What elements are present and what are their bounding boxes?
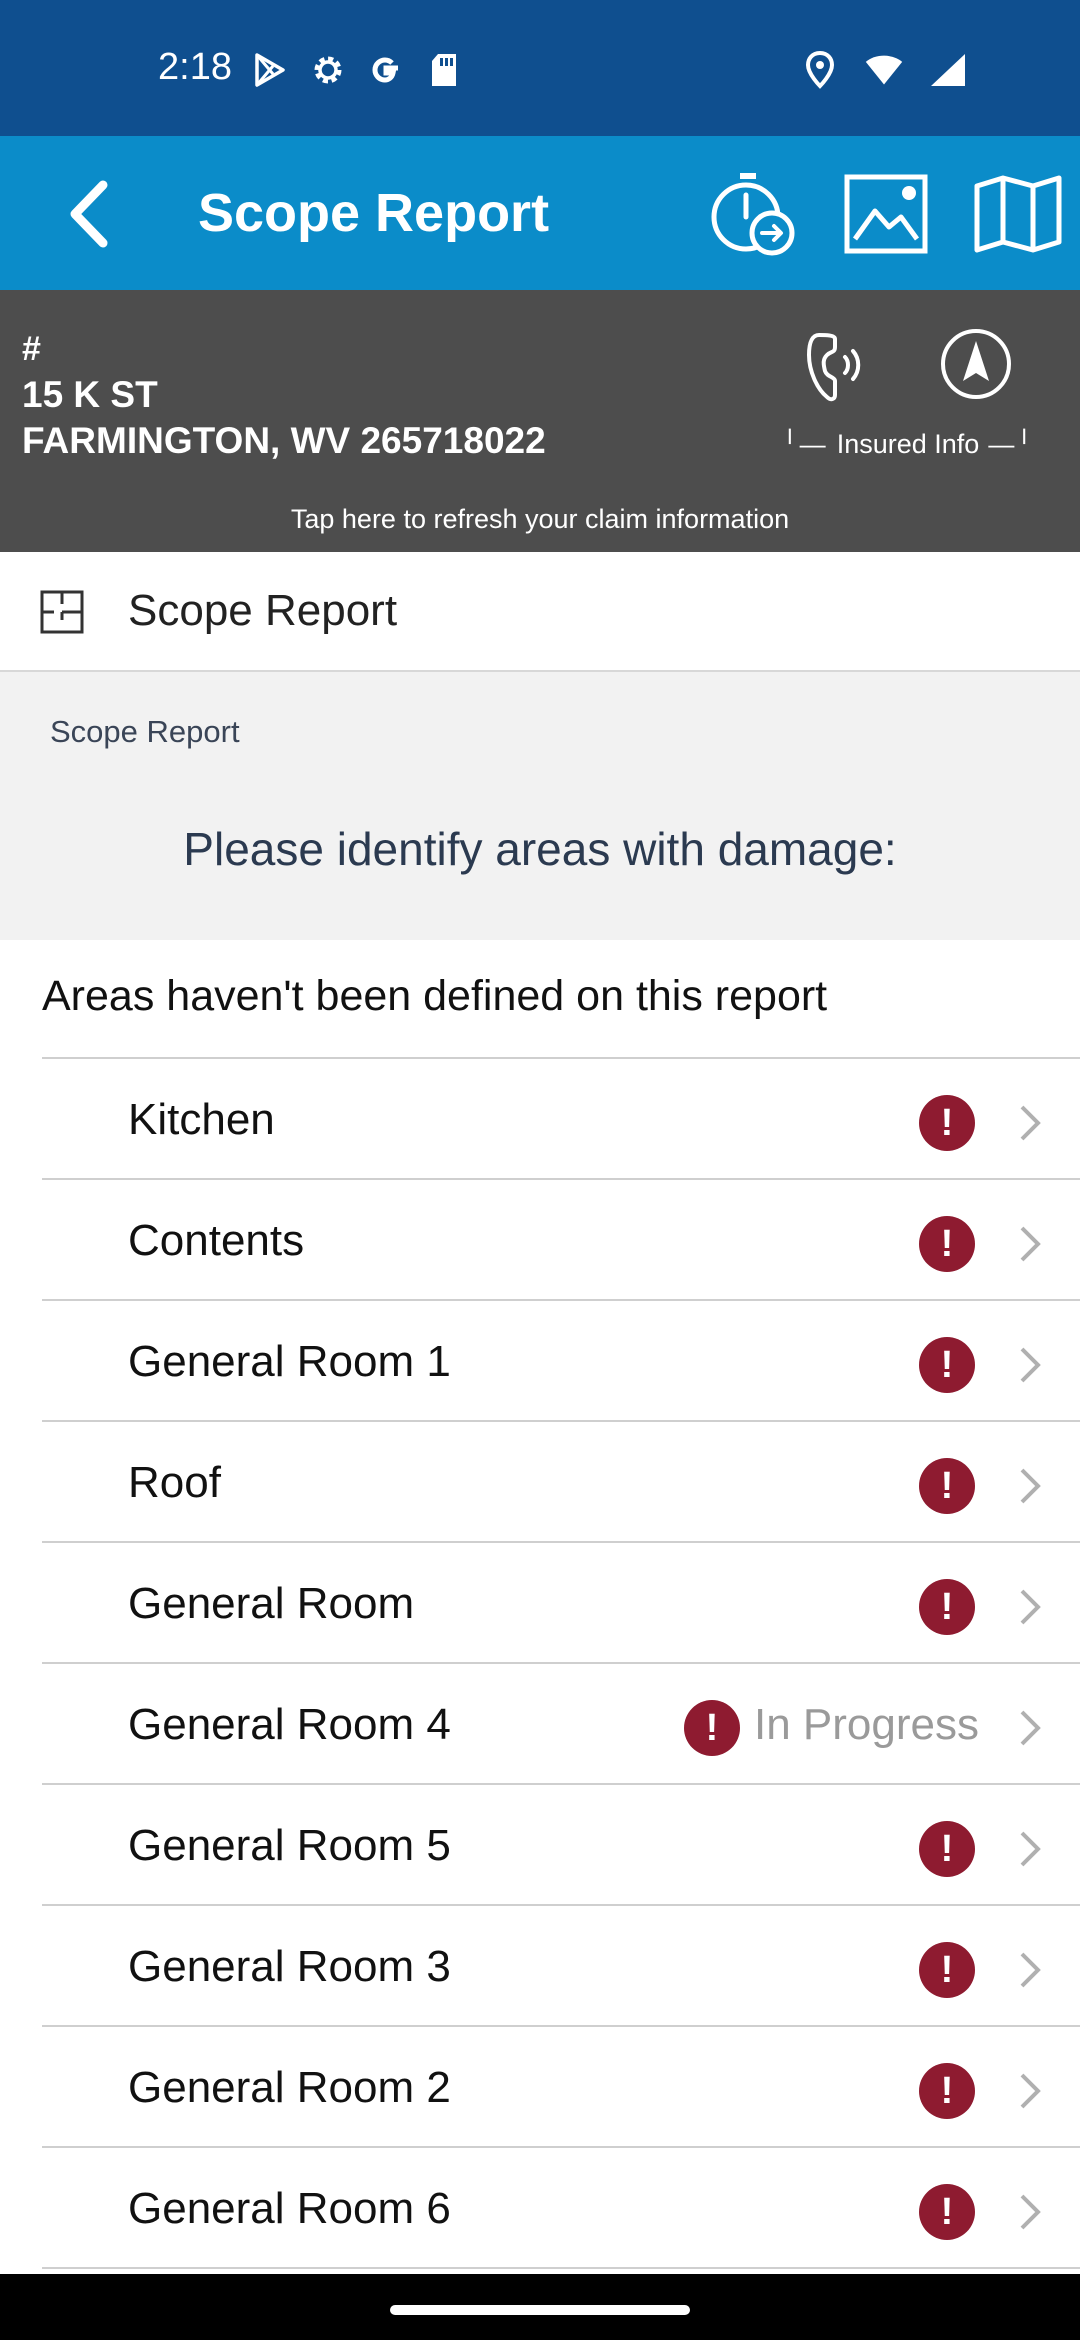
- bracket-right-icon: —╵: [988, 428, 1034, 459]
- alert-icon: !: [919, 1337, 975, 1393]
- area-item-general-room-3[interactable]: General Room 3 !: [42, 1906, 1080, 2027]
- chevron-right-icon: [1020, 1710, 1041, 1746]
- section-header: Scope Report: [0, 552, 1080, 672]
- refresh-claim-link[interactable]: Tap here to refresh your claim informati…: [0, 504, 1080, 535]
- damage-prompt: Please identify areas with damage:: [183, 823, 897, 875]
- info-panel: Scope Report Please identify areas with …: [0, 672, 1080, 940]
- area-item-general-room-6[interactable]: General Room 6 !: [42, 2148, 1080, 2269]
- page-title: Scope Report: [198, 183, 550, 243]
- floor-plan-icon: [40, 590, 84, 634]
- chevron-right-icon: [1020, 1226, 1041, 1262]
- photo-gallery-icon: [844, 174, 928, 254]
- status-time: 2:18: [158, 46, 232, 88]
- area-item-general-room-4[interactable]: General Room 4 ! In Progress: [42, 1664, 1080, 1785]
- alert-icon: !: [919, 1579, 975, 1635]
- navigation-arrow-icon: [941, 329, 1011, 399]
- claim-address-line1: 15 K ST: [22, 374, 158, 415]
- area-item-kitchen[interactable]: Kitchen !: [42, 1059, 1080, 1180]
- chevron-right-icon: [1020, 1468, 1041, 1504]
- area-label: Roof: [128, 1458, 221, 1507]
- alert-icon: !: [919, 1942, 975, 1998]
- google-icon: [366, 50, 406, 90]
- cell-signal-icon: [928, 50, 968, 90]
- areas-notice: Areas haven't been defined on this repor…: [42, 972, 828, 1020]
- insured-info-toggle[interactable]: ╵— Insured Info —╵: [782, 424, 1034, 464]
- alert-icon: !: [919, 1458, 975, 1514]
- area-label: Contents: [128, 1216, 305, 1265]
- navigate-button[interactable]: [938, 326, 1014, 402]
- chevron-right-icon: [1020, 1105, 1041, 1141]
- app-bar: Scope Report: [0, 136, 1080, 290]
- alert-icon: !: [919, 1216, 975, 1272]
- phone-icon: [806, 332, 861, 402]
- bracket-left-icon: ╵—: [782, 428, 828, 459]
- status-icons-left: [250, 50, 464, 90]
- timer-forward-icon: [711, 173, 795, 256]
- back-arrow-icon: [70, 180, 108, 248]
- area-label: General Room 6: [128, 2184, 451, 2233]
- sd-card-icon: [424, 50, 464, 90]
- map-button[interactable]: [966, 168, 1070, 260]
- chevron-right-icon: [1020, 1952, 1041, 1988]
- area-label: General Room 4: [128, 1700, 451, 1749]
- area-label: General Room 5: [128, 1821, 451, 1870]
- call-insured-button[interactable]: [800, 326, 874, 408]
- area-label: Kitchen: [128, 1095, 275, 1144]
- settings-gear-icon: [308, 50, 348, 90]
- chevron-right-icon: [1020, 2194, 1041, 2230]
- area-item-general-room-2[interactable]: General Room 2 !: [42, 2027, 1080, 2148]
- area-label: General Room 3: [128, 1942, 451, 1991]
- status-icons-right: [800, 50, 968, 90]
- area-label: General Room 1: [128, 1337, 451, 1386]
- chevron-right-icon: [1020, 1347, 1041, 1383]
- alert-icon: !: [684, 1700, 740, 1756]
- status-bar: 2:18: [0, 0, 1080, 136]
- area-item-contents[interactable]: Contents !: [42, 1180, 1080, 1301]
- area-item-general-room[interactable]: General Room !: [42, 1543, 1080, 1664]
- area-status: In Progress: [754, 1700, 979, 1749]
- area-item-roof[interactable]: Roof !: [42, 1422, 1080, 1543]
- map-icon: [974, 175, 1062, 253]
- wifi-icon: [864, 50, 904, 90]
- chevron-right-icon: [1020, 1831, 1041, 1867]
- area-item-general-room-5[interactable]: General Room 5 !: [42, 1785, 1080, 1906]
- photos-button[interactable]: [834, 168, 938, 260]
- area-item-general-room-1[interactable]: General Room 1 !: [42, 1301, 1080, 1422]
- alert-icon: !: [919, 1821, 975, 1877]
- back-button[interactable]: [50, 174, 130, 254]
- area-label: General Room: [128, 1579, 415, 1628]
- app-bar-actions: [702, 168, 1070, 260]
- alert-icon: !: [919, 1095, 975, 1151]
- insured-info-label: Insured Info: [836, 428, 980, 459]
- chevron-right-icon: [1020, 2073, 1041, 2109]
- location-pin-icon: [800, 50, 840, 90]
- info-panel-label: Scope Report: [50, 714, 240, 749]
- home-indicator[interactable]: [390, 2305, 690, 2315]
- time-tracker-button[interactable]: [702, 168, 806, 260]
- claim-number: #: [22, 330, 41, 368]
- areas-list: Kitchen ! Contents ! General Room 1 ! Ro…: [42, 1059, 1080, 2269]
- chevron-right-icon: [1020, 1589, 1041, 1625]
- area-label: General Room 2: [128, 2063, 451, 2112]
- claim-address-line2: FARMINGTON, WV 265718022: [22, 420, 546, 461]
- play-store-icon: [250, 50, 290, 90]
- claim-info-bar[interactable]: # 15 K ST FARMINGTON, WV 265718022 ╵— In…: [0, 290, 1080, 552]
- section-title: Scope Report: [128, 586, 398, 635]
- alert-icon: !: [919, 2063, 975, 2119]
- alert-icon: !: [919, 2184, 975, 2240]
